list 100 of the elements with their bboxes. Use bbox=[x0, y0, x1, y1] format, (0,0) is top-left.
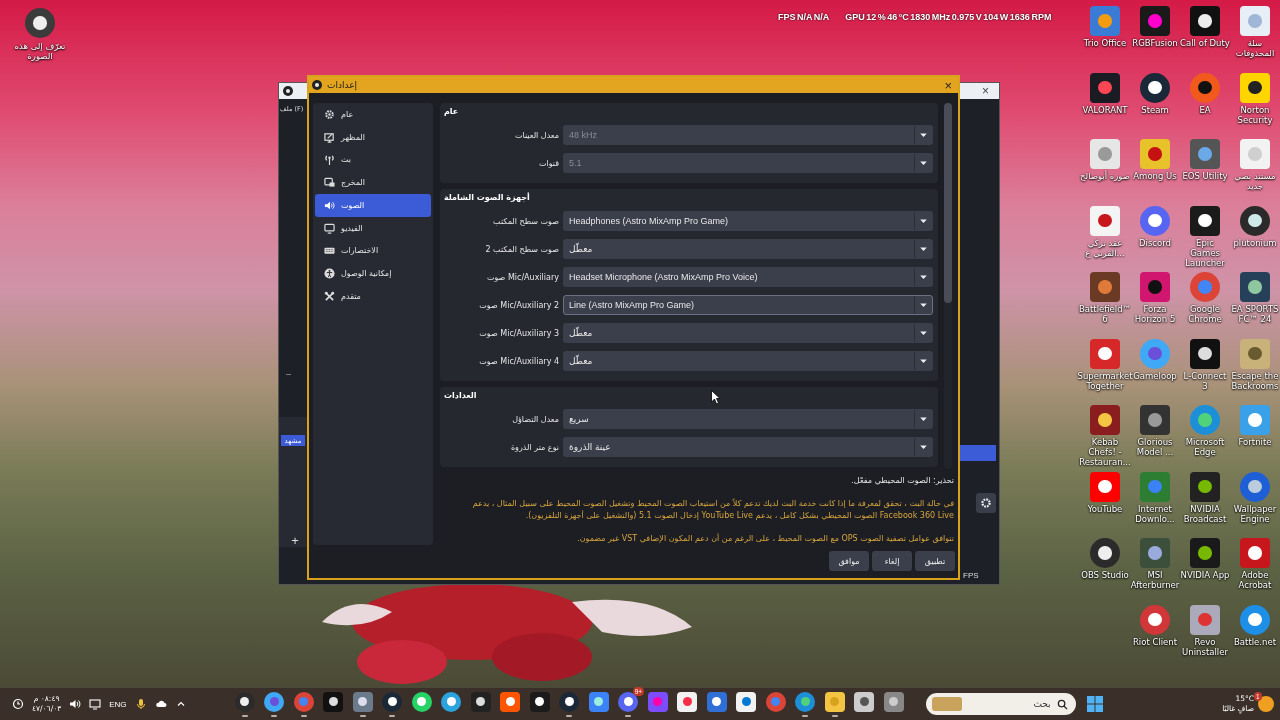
app-logo-icon bbox=[312, 80, 322, 90]
dropdown[interactable]: عينة الذروة bbox=[563, 437, 933, 457]
app-icon[interactable] bbox=[1190, 6, 1220, 36]
shortcut-label[interactable]: RGBFusion bbox=[1132, 38, 1178, 48]
sidebar-item[interactable]: المظهر bbox=[315, 125, 431, 149]
shortcut-label[interactable]: Norton Security bbox=[1230, 104, 1280, 125]
sidebar-item[interactable]: الاختصارات bbox=[315, 239, 431, 263]
shortcut-label[interactable]: سلة المحذوفات bbox=[1230, 38, 1280, 58]
field-label: صوت سطح المكتب bbox=[492, 216, 560, 226]
app-icon[interactable] bbox=[883, 691, 904, 712]
dropdown[interactable]: Headphones (Astro MixAmp Pro Game) bbox=[563, 211, 933, 231]
dropdown[interactable]: Line (Astro MixAmp Pro Game) bbox=[563, 295, 933, 315]
keyboard-icon bbox=[324, 245, 335, 257]
app-icon[interactable] bbox=[529, 691, 550, 712]
gear-icon bbox=[980, 497, 992, 509]
shortcut-label[interactable]: YouTube bbox=[1087, 503, 1123, 514]
window-title: إعدادات bbox=[327, 80, 359, 90]
shortcut-label[interactable]: Steam bbox=[1141, 104, 1169, 115]
app-icon[interactable] bbox=[1190, 205, 1220, 236]
brush-icon bbox=[324, 131, 335, 143]
close-button[interactable]: × bbox=[982, 85, 989, 97]
app-icon[interactable] bbox=[1190, 338, 1220, 369]
app-icon[interactable] bbox=[1190, 471, 1220, 502]
sidebar-item[interactable]: المخرج bbox=[315, 171, 431, 194]
app-icon[interactable] bbox=[824, 691, 845, 712]
sidebar-item[interactable]: الفيديو bbox=[315, 216, 431, 240]
app-icon[interactable] bbox=[441, 691, 462, 712]
group-title: أجهزة الصوت الشاملة bbox=[444, 193, 530, 204]
shortcut-label[interactable]: مستند نصي جديد bbox=[1230, 171, 1280, 191]
dialog-button[interactable]: إلغاء bbox=[872, 551, 912, 571]
dropdown[interactable]: معطّل bbox=[563, 351, 933, 371]
field-label: نوع متر الذروة bbox=[509, 442, 560, 452]
app-icon[interactable] bbox=[1190, 538, 1220, 568]
shortcut-label[interactable]: Battle.net bbox=[1234, 636, 1276, 647]
app-icon[interactable] bbox=[1240, 72, 1270, 103]
windows-logo-icon[interactable] bbox=[1085, 695, 1104, 713]
app-icon[interactable] bbox=[1240, 538, 1270, 568]
gear-icon bbox=[324, 108, 335, 120]
app-icon[interactable] bbox=[795, 691, 816, 712]
add-button[interactable]: + bbox=[291, 534, 299, 547]
shortcut-label[interactable]: NVIDIA Broadcast bbox=[1180, 503, 1230, 524]
app-icon[interactable] bbox=[234, 691, 255, 712]
shortcut-label[interactable]: Microsoft Edge bbox=[1180, 437, 1230, 457]
shortcut-label[interactable]: Internet Downlo... bbox=[1130, 503, 1180, 524]
warning-text: في حالة البث ، تحقق لمعرفة ما إذا كانت خدمة البث لديك تدعم كلاً من استيعاب الصوت المحيط وتشغيل الصوت المحيط على سبيل المثال ، يدعم Facebook 360 Live الصوت المحيطي بشكل كامل ، يدعم YouTube Live إدخال الصوت 5.1 (والتشغيل على أجهزة التلفزيون). bbox=[471, 498, 954, 522]
shortcut-label[interactable]: Wallpaper Engine bbox=[1230, 503, 1280, 524]
app-icon[interactable] bbox=[500, 691, 521, 712]
app-icon[interactable] bbox=[470, 691, 491, 712]
shortcut-label[interactable]: Kebab Chefs! - Restauran... bbox=[1079, 437, 1131, 467]
sidebar-item[interactable]: الصوت bbox=[315, 194, 431, 217]
shortcut-label[interactable]: VALORANT bbox=[1082, 104, 1128, 115]
dropdown[interactable]: معطّل bbox=[563, 323, 933, 343]
shortcut-label[interactable]: تعرّف إلى هذه الصورة bbox=[10, 41, 70, 61]
search-field[interactable]: بحث bbox=[925, 693, 1076, 715]
status-label: FPS bbox=[963, 571, 979, 580]
app-icon[interactable] bbox=[706, 691, 727, 712]
shortcut-label[interactable]: صورة أبوصالح bbox=[1080, 171, 1130, 181]
dialog-button[interactable]: موافق bbox=[829, 551, 869, 571]
shortcut-label[interactable]: Trio Office bbox=[1083, 38, 1127, 48]
overlay-stat: GPU 12 % 46 °C 1830 MHz 0.975 V 104 W 1636 RPM bbox=[845, 12, 1052, 22]
clock-icon[interactable] bbox=[12, 698, 24, 710]
app-icon[interactable] bbox=[736, 691, 757, 712]
close-button[interactable]: × bbox=[944, 78, 952, 92]
shortcut-label[interactable]: Glorious Model ... bbox=[1130, 437, 1180, 457]
scrollbar[interactable] bbox=[944, 103, 952, 469]
app-icon[interactable] bbox=[411, 691, 432, 712]
minimize-button[interactable]: – bbox=[286, 369, 291, 379]
shortcut-label[interactable]: EA bbox=[1199, 104, 1211, 115]
search-input[interactable]: بحث bbox=[965, 698, 1053, 710]
microphone-icon[interactable] bbox=[134, 698, 147, 710]
sidebar-item[interactable]: متقدم bbox=[315, 285, 431, 308]
app-icon[interactable] bbox=[352, 691, 373, 712]
shortcut-label[interactable]: Call of Duty bbox=[1180, 38, 1230, 48]
scrollbar-thumb[interactable] bbox=[944, 103, 952, 303]
language-indicator[interactable]: ENG bbox=[109, 699, 127, 709]
speaker-icon[interactable] bbox=[69, 698, 82, 710]
cloud-icon[interactable] bbox=[154, 698, 167, 710]
sidebar-item[interactable]: بث bbox=[315, 148, 431, 172]
app-icon[interactable] bbox=[559, 691, 580, 712]
shortcut-label[interactable]: Revo Uninstaller bbox=[1180, 636, 1230, 657]
app-icon[interactable] bbox=[854, 691, 875, 712]
dropdown[interactable]: Headset Microphone (Astro MixAmp Pro Voice) bbox=[563, 267, 933, 287]
shortcut-label[interactable]: Riot Client bbox=[1132, 636, 1178, 647]
shortcut-label[interactable]: Adobe Acrobat bbox=[1230, 570, 1280, 590]
shortcut-label[interactable]: MSI Afterburner bbox=[1130, 570, 1180, 590]
dropdown[interactable]: سريع bbox=[563, 409, 933, 429]
shortcut-label[interactable]: EOS Utility bbox=[1182, 171, 1228, 181]
dialog-button[interactable]: تطبيق bbox=[915, 551, 955, 571]
app-icon[interactable] bbox=[323, 691, 344, 712]
app-icon[interactable] bbox=[382, 691, 403, 712]
monitor-icon[interactable] bbox=[89, 698, 102, 710]
sidebar-item[interactable]: عام bbox=[315, 103, 431, 126]
shortcut-label[interactable]: Fortnite bbox=[1238, 437, 1272, 447]
app-icon[interactable] bbox=[677, 691, 698, 712]
settings-button[interactable] bbox=[976, 493, 996, 513]
shortcut-label[interactable]: NVIDIA App bbox=[1180, 570, 1230, 580]
dropdown[interactable]: معطّل bbox=[563, 239, 933, 259]
app-icon[interactable] bbox=[588, 691, 609, 712]
shortcut-label[interactable]: OBS Studio bbox=[1081, 570, 1129, 580]
sidebar-item[interactable]: إمكانية الوصول bbox=[315, 262, 431, 285]
